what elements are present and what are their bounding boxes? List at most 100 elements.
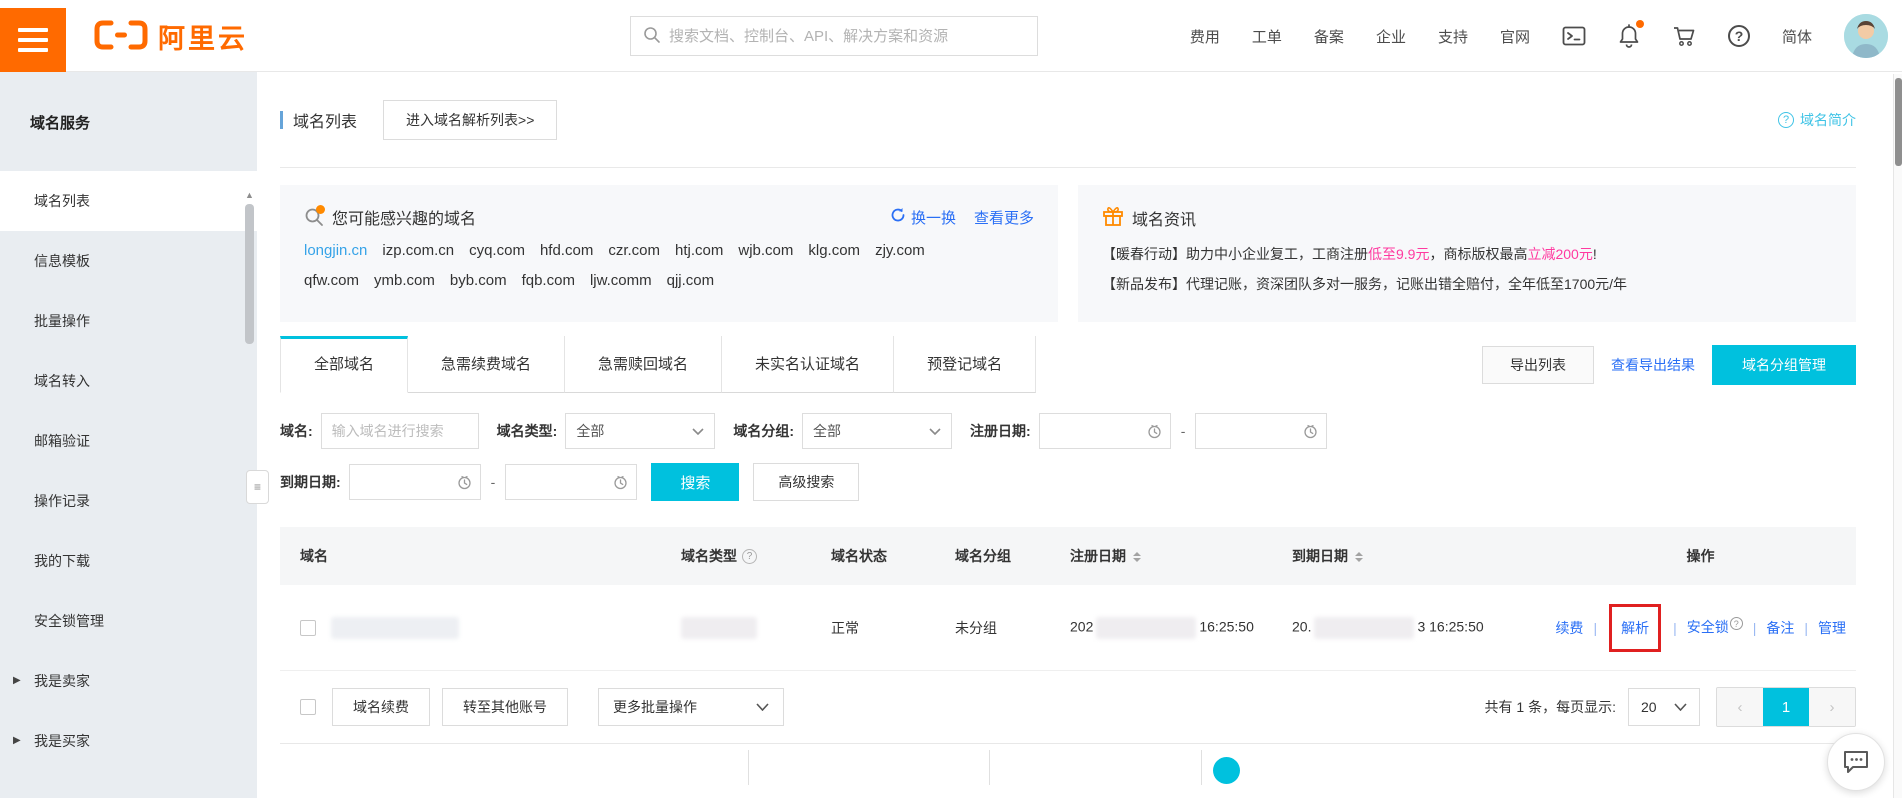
sidebar-item[interactable]: ▶ 域名列表 (0, 171, 257, 231)
sidebar-scrollbar[interactable]: ▲ (243, 190, 256, 344)
suggested-domain-link[interactable]: qfw.com (304, 272, 359, 289)
suggested-domain-link[interactable]: longjin.cn (304, 242, 367, 259)
suggested-domain-link[interactable]: htj.com (675, 242, 723, 259)
domain-intro-link[interactable]: ? 域名简介 (1778, 110, 1856, 130)
prev-page-button[interactable]: ‹ (1717, 688, 1763, 726)
suggested-domain-link[interactable]: ljw.comm (590, 272, 652, 289)
suggested-domain-link[interactable]: qjj.com (667, 272, 715, 289)
tab[interactable]: 急需续费域名 (408, 336, 566, 393)
reg-date-end-input[interactable] (1195, 413, 1328, 449)
scrollbar-thumb[interactable] (1894, 78, 1902, 166)
sidebar-item[interactable]: ▶ 信息模板 (0, 231, 257, 291)
tab[interactable]: 预登记域名 (894, 336, 1037, 393)
more-batch-actions-select[interactable]: 更多批量操作 (598, 688, 784, 726)
reg-time: 16:25:50 (1199, 618, 1254, 635)
expire-date-start-input[interactable] (348, 464, 481, 500)
news-item[interactable]: 【暖春行动】助力中小企业复工，工商注册低至9.9元，商标版权最高立减200元! (1102, 244, 1832, 264)
sidebar-item[interactable]: ▶ 批量操作 (0, 291, 257, 351)
search-input[interactable] (669, 27, 1025, 45)
sidebar-item[interactable]: ▶ 域名转入 (0, 351, 257, 411)
record-count-text: 共有 1 条，每页显示: (1484, 699, 1616, 715)
language-selector[interactable]: 简体 (1782, 26, 1812, 47)
sidebar-item[interactable]: ▶ 邮箱验证 (0, 411, 257, 471)
row-checkbox[interactable] (300, 619, 316, 636)
suggested-domain-link[interactable]: cyq.com (469, 242, 525, 259)
manage-link[interactable]: 管理 (1818, 618, 1846, 638)
topbar-nav: 费用 工单 备案 企业 支持 官网 ? 简体 (1190, 0, 1888, 72)
question-circle-icon[interactable]: ? (742, 548, 757, 564)
enter-dns-list-button[interactable]: 进入域名解析列表>> (383, 99, 558, 140)
sidebar-item[interactable]: ▶ 我是买家 (0, 711, 257, 771)
suggested-domain-link[interactable]: izp.com.cn (382, 242, 454, 259)
news-item[interactable]: 【新品发布】代理记账，资深团队多对一服务，记账出错全赔付，全年低至1700元/年 (1102, 274, 1832, 294)
batch-transfer-button[interactable]: 转至其他账号 (442, 688, 568, 726)
suggested-domain-link[interactable]: hfd.com (540, 242, 593, 259)
sidebar-collapse-handle[interactable]: ≡ (246, 470, 269, 504)
remark-link[interactable]: 备注 (1766, 618, 1794, 638)
select-all-checkbox[interactable] (300, 699, 316, 715)
domain-group-select[interactable]: 全部 (802, 413, 953, 449)
topbar-nav-item[interactable]: 备案 (1314, 26, 1344, 47)
topbar-nav-item[interactable]: 费用 (1190, 26, 1220, 47)
hamburger-menu-icon[interactable] (0, 8, 66, 72)
domain-search-input[interactable] (320, 413, 479, 449)
scrollbar-up-arrow-icon[interactable]: ▲ (243, 190, 256, 200)
logo-text: 阿里云 (158, 23, 248, 54)
refresh-domains-link[interactable]: 换一换 (890, 207, 956, 228)
topbar-nav-item[interactable]: 工单 (1252, 26, 1282, 47)
view-more-link[interactable]: 查看更多 (974, 207, 1034, 228)
suggested-domain-link[interactable]: ymb.com (374, 272, 435, 289)
clock-icon (458, 475, 471, 489)
expand-arrow-icon: ▶ (13, 735, 21, 746)
view-export-result-link[interactable]: 查看导出结果 (1611, 355, 1695, 375)
suggested-domain-link[interactable]: wjb.com (738, 242, 793, 259)
suggested-domain-link[interactable]: klg.com (808, 242, 860, 259)
topbar-nav-item[interactable]: 官网 (1500, 26, 1530, 47)
reg-date-fragment: 202 (1070, 618, 1094, 635)
advanced-search-button[interactable]: 高级搜索 (753, 463, 860, 501)
search-button[interactable]: 搜索 (651, 463, 740, 501)
sidebar-menu: ▶ 域名列表 ▶ 信息模板 ▶ 批量操作 ▶ 域名转入 ▶ 邮箱验证 (0, 171, 257, 771)
sidebar-item[interactable]: ▶ 操作记录 (0, 471, 257, 531)
renew-link[interactable]: 续费 (1555, 618, 1583, 638)
sidebar-item[interactable]: ▶ 我是卖家 (0, 651, 257, 711)
suggested-domain-link[interactable]: czr.com (608, 242, 660, 259)
tab[interactable]: 急需赎回域名 (565, 336, 723, 393)
resolve-link[interactable]: 解析 (1621, 620, 1649, 636)
refresh-icon (890, 207, 906, 227)
suggested-domain-link[interactable]: fqb.com (522, 272, 575, 289)
cart-icon[interactable] (1672, 24, 1696, 48)
help-icon[interactable]: ? (1727, 25, 1750, 47)
next-page-button[interactable]: › (1809, 688, 1855, 726)
notification-bell-icon[interactable] (1618, 20, 1644, 48)
tab[interactable]: 未实名认证域名 (722, 336, 895, 393)
terminal-icon[interactable] (1562, 25, 1586, 47)
tab[interactable]: 全部域名 (280, 336, 409, 393)
topbar-nav-item[interactable]: 企业 (1376, 26, 1406, 47)
topbar-nav-item[interactable]: 支持 (1438, 26, 1468, 47)
avatar[interactable] (1844, 14, 1888, 58)
domain-status: 正常 (831, 619, 859, 636)
chat-widget-button[interactable] (1827, 733, 1885, 791)
page-size-select[interactable]: 20 (1628, 688, 1700, 726)
expire-date-end-input[interactable] (505, 464, 638, 500)
sort-icon[interactable] (1355, 548, 1363, 566)
domain-type-select[interactable]: 全部 (565, 413, 716, 449)
sort-icon[interactable] (1133, 548, 1141, 566)
page-header: 域名列表 进入域名解析列表>> ? 域名简介 (280, 72, 1856, 168)
page-scrollbar[interactable] (1893, 74, 1902, 798)
sidebar-item-label: 域名列表 (34, 193, 90, 209)
domain-group-manage-button[interactable]: 域名分组管理 (1712, 344, 1856, 385)
sidebar-item[interactable]: ▶ 我的下载 (0, 531, 257, 591)
sidebar-item[interactable]: ▶ 安全锁管理 (0, 591, 257, 651)
suggested-domain-link[interactable]: byb.com (450, 272, 507, 289)
scrollbar-thumb[interactable] (245, 204, 254, 344)
batch-renew-button[interactable]: 域名续费 (332, 688, 430, 726)
global-search[interactable] (630, 16, 1038, 56)
reg-date-start-input[interactable] (1038, 413, 1171, 449)
suggested-domain-link[interactable]: zjy.com (875, 242, 925, 259)
current-page-button[interactable]: 1 (1763, 688, 1809, 726)
export-list-button[interactable]: 导出列表 (1482, 345, 1594, 384)
alibaba-cloud-logo[interactable]: 阿里云 (92, 0, 248, 72)
security-lock-link[interactable]: 安全锁? (1687, 617, 1743, 637)
